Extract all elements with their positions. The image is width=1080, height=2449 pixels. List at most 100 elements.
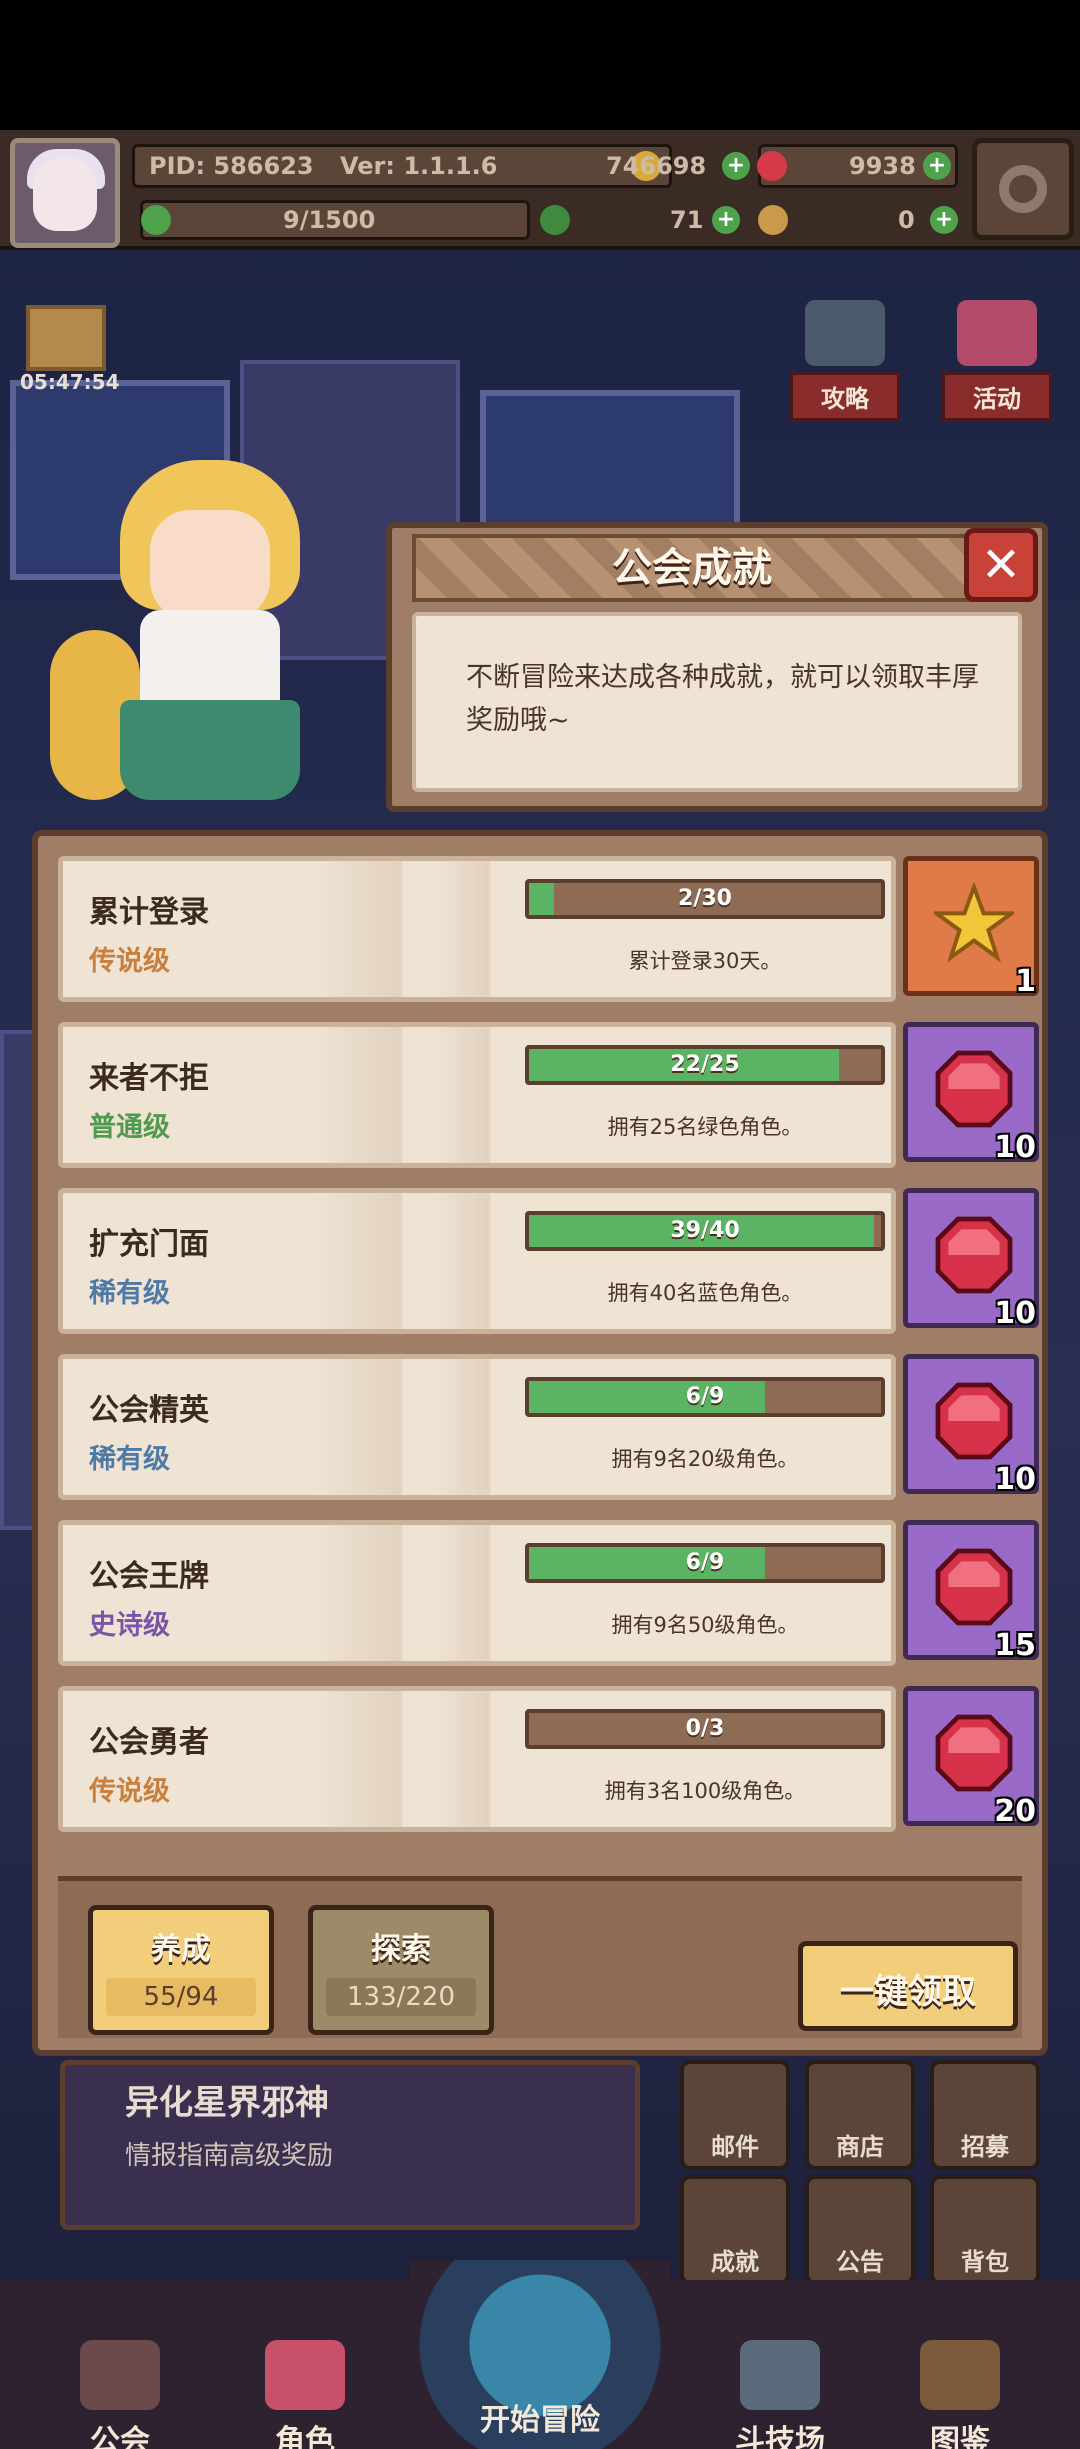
character-skirt [120, 700, 300, 800]
claim-all-label: 一键领取 [840, 1972, 976, 2012]
achievement-grade: 史诗级 [89, 1610, 170, 1641]
add-key-button[interactable]: + [930, 206, 958, 234]
clover-amount: 71 [670, 206, 704, 234]
nav-characters[interactable]: 角色 [215, 2340, 395, 2449]
achievement-button[interactable]: 成就 [680, 2175, 790, 2285]
panel-footer: 养成 55/94 探索 133/220 一键领取 [58, 1876, 1022, 2038]
achievement-row: 公会王牌史诗级 6/9 拥有9名50级角色。 15 [58, 1520, 1039, 1666]
explore-label: 探索 [371, 1932, 431, 1967]
achievement-name: 累计登录 [89, 895, 209, 930]
top-status-bar: PID: 586623 Ver: 1.1.1.6 746698 + 9938 +… [0, 130, 1080, 250]
achievement-description: 拥有3名100级角色。 [604, 1779, 806, 1803]
claim-all-button[interactable]: 一键领取 [798, 1941, 1018, 2031]
dialog-body: 不断冒险来达成各种成就，就可以领取丰厚奖励哦~ [412, 612, 1022, 792]
lucky-clover-icon [540, 205, 570, 235]
stamina-amount: 9/1500 [283, 206, 376, 234]
shop-button[interactable]: 商店 [805, 2060, 915, 2170]
key-amount: 0 [898, 206, 915, 234]
strategy-label: 攻略 [790, 372, 900, 421]
reward-claim-button[interactable]: 10 [903, 1188, 1039, 1331]
reward-count: 15 [994, 1628, 1036, 1663]
progress-text: 6/9 [685, 1550, 725, 1575]
reward-count: 10 [994, 1296, 1036, 1331]
red-gem-icon [757, 151, 787, 181]
reward-claim-button[interactable]: 20 [903, 1686, 1039, 1829]
progress-text: 0/3 [685, 1716, 725, 1741]
bag-button[interactable]: 背包 [930, 2175, 1040, 2285]
achievement-description: 拥有9名50级角色。 [611, 1613, 799, 1637]
start-adventure-label: 开始冒险 [480, 2403, 600, 2438]
character-face [150, 510, 270, 620]
achievement-panel: 累计登录 传说级 2/30 累计登录30天。 1 来者不拒 普通级 22/25 拥有25名绿色角… [32, 830, 1048, 2056]
mail-label: 邮件 [711, 2133, 759, 2161]
add-gem-button[interactable]: + [923, 152, 951, 180]
achievement-row: 公会勇者 传说级 0/3 拥有3名100级角色。 20 [58, 1686, 1039, 1832]
crossed-swords-icon [740, 2340, 820, 2410]
event-button[interactable]: 活动 [942, 300, 1052, 421]
clover-bar: 71 + [540, 200, 740, 240]
guide-character [40, 460, 360, 830]
achievement-list: 累计登录 传说级 2/30 累计登录30天。 1 来者不拒 普通级 22/25 拥有25名绿色角… [58, 856, 1039, 1856]
achievement-name: 公会精英 [89, 1393, 209, 1428]
add-gold-button[interactable]: + [722, 152, 750, 180]
achievement-dialog: 公会成就 ✕ 不断冒险来达成各种成就，就可以领取丰厚奖励哦~ [386, 522, 1048, 812]
reward-claim-button[interactable]: 10 [903, 1354, 1039, 1497]
version-text: Ver: 1.1.1.6 [340, 152, 498, 180]
achievement-card: 公会勇者 传说级 0/3 拥有3名100级角色。 [58, 1686, 896, 1832]
close-button[interactable]: ✕ [964, 528, 1038, 602]
achievement-name: 公会王牌 [89, 1559, 209, 1594]
achievement-description: 拥有40名蓝色角色。 [607, 1281, 803, 1305]
gold-bar: 746698 + [520, 144, 750, 188]
achievement-progress-bar: 6/9 [525, 1377, 885, 1417]
player-avatar[interactable] [10, 138, 120, 248]
achievement-progress-bar: 2/30 [525, 879, 885, 919]
reward-claim-button[interactable]: 1 [903, 856, 1039, 999]
chevron-decoration [313, 861, 533, 997]
nav-characters-label: 角色 [275, 2424, 335, 2449]
achievement-row: 公会精英稀有级 6/9 拥有9名20级角色。 10 [58, 1354, 1039, 1500]
news-title: 异化星界邪神 [125, 2083, 329, 2123]
nav-codex[interactable]: 图鉴 [870, 2340, 1050, 2449]
achievement-progress-bar: 6/9 [525, 1543, 885, 1583]
nav-guild-label: 公会 [90, 2424, 150, 2449]
nav-arena[interactable]: 斗技场 [690, 2340, 870, 2449]
achievement-card: 公会王牌史诗级 6/9 拥有9名50级角色。 [58, 1520, 896, 1666]
settings-button[interactable] [972, 138, 1074, 240]
key-icon [758, 205, 788, 235]
red-gem-icon [934, 1381, 1014, 1461]
key-bar: 0 + [758, 200, 958, 240]
news-banner[interactable]: 异化星界邪神 情报指南高级奖励 [60, 2060, 640, 2230]
achievement-description: 拥有25名绿色角色。 [607, 1115, 803, 1139]
clover-icon [141, 205, 171, 235]
reward-count: 1 [1015, 964, 1036, 999]
red-gem-icon [934, 1049, 1014, 1129]
achievement-description: 拥有9名20级角色。 [611, 1447, 799, 1471]
chevron-decoration [313, 1525, 533, 1661]
explore-tab-button[interactable]: 探索 133/220 [308, 1905, 494, 2035]
stamina-bar: 9/1500 [140, 200, 530, 240]
recruit-button[interactable]: 招募 [930, 2060, 1040, 2170]
gem-bar: 9938 + [757, 144, 958, 188]
gift-box-icon[interactable] [26, 305, 106, 371]
achievement-name: 公会勇者 [89, 1725, 209, 1760]
character-face-icon [265, 2340, 345, 2410]
event-label: 活动 [942, 372, 1052, 421]
achievement-grade: 稀有级 [89, 1278, 170, 1309]
strategy-button[interactable]: 攻略 [790, 300, 900, 421]
add-clover-button[interactable]: + [712, 206, 740, 234]
avatar-face [33, 157, 97, 231]
balloons-icon [957, 300, 1037, 366]
dialog-text: 不断冒险来达成各种成就，就可以领取丰厚奖励哦~ [466, 662, 979, 736]
start-adventure-button[interactable]: 开始冒险 [410, 2260, 670, 2449]
mail-button[interactable]: 邮件 [680, 2060, 790, 2170]
train-tab-button[interactable]: 养成 55/94 [88, 1905, 274, 2035]
nav-guild[interactable]: 公会 [30, 2340, 210, 2449]
nav-arena-label: 斗技场 [735, 2424, 825, 2449]
notice-label: 公告 [836, 2248, 884, 2276]
achievement-grade: 稀有级 [89, 1444, 170, 1475]
reward-claim-button[interactable]: 15 [903, 1520, 1039, 1663]
notice-button[interactable]: 公告 [805, 2175, 915, 2285]
achievement-progress-bar: 22/25 [525, 1045, 885, 1085]
reward-claim-button[interactable]: 10 [903, 1022, 1039, 1165]
explore-count: 133/220 [326, 1978, 476, 2016]
